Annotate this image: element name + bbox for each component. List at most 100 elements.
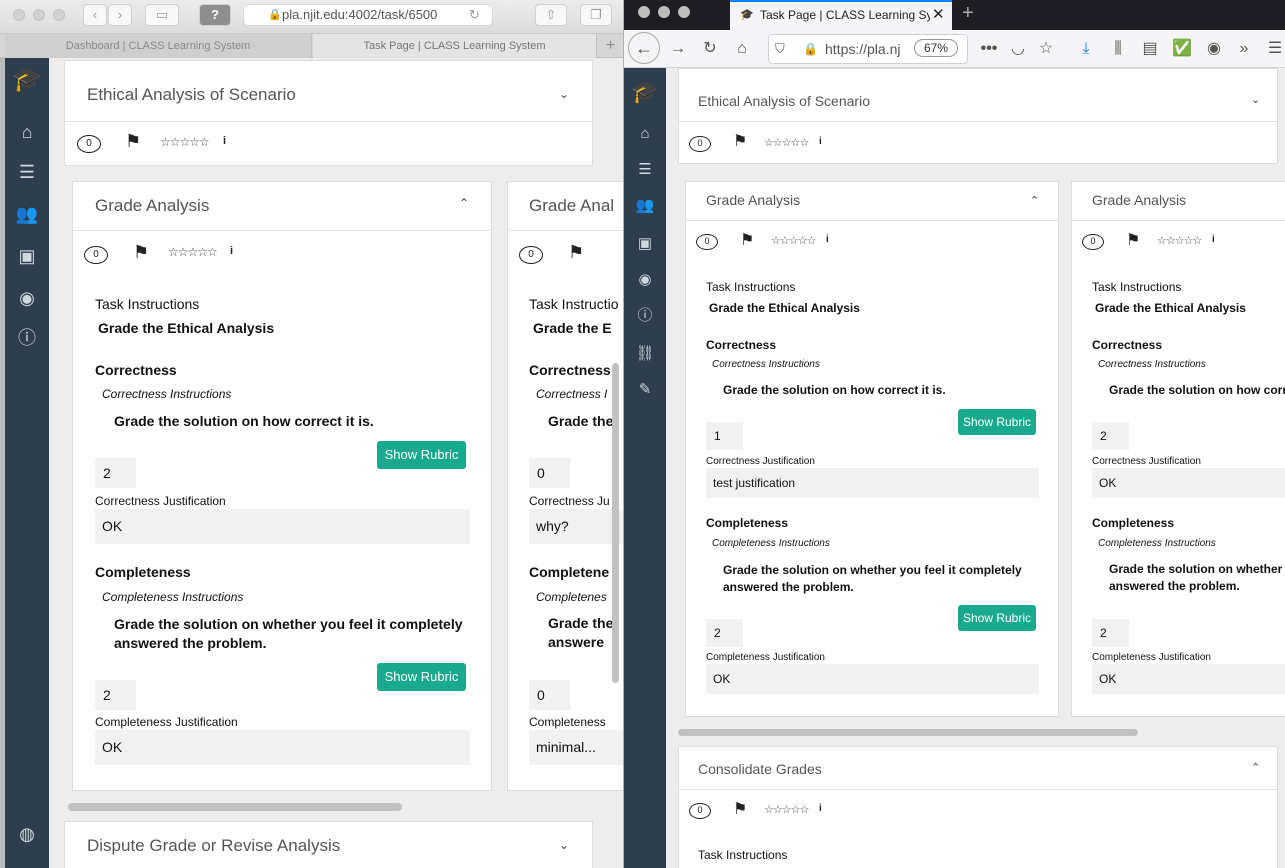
completeness-justification-field[interactable]: minimal... bbox=[529, 730, 623, 765]
rating-stars[interactable]: ☆☆☆☆☆ bbox=[771, 234, 816, 247]
graduation-cap-logo-icon[interactable]: 🎓 bbox=[624, 78, 667, 110]
correctness-score-input[interactable]: 2 bbox=[1092, 422, 1129, 450]
flag-icon[interactable]: ⚑ bbox=[125, 131, 141, 152]
forward-button[interactable]: → bbox=[666, 30, 690, 68]
info-icon[interactable]: i bbox=[230, 245, 233, 257]
address-bar[interactable]: 🔒 pla.njit.edu:4002/task/6500 ↻ bbox=[243, 4, 493, 26]
close-window-button[interactable] bbox=[13, 9, 25, 21]
info-icon[interactable]: i bbox=[1212, 234, 1215, 245]
page-actions-menu[interactable]: ••• bbox=[976, 30, 1002, 68]
completeness-score-input[interactable]: 2 bbox=[706, 619, 743, 647]
library-button[interactable]: ⫼ bbox=[1106, 30, 1130, 68]
rating-stars[interactable]: ☆☆☆☆☆ bbox=[764, 803, 809, 816]
chevron-up-icon[interactable]: ⌃ bbox=[459, 196, 469, 210]
list-icon[interactable]: ☰ bbox=[624, 156, 667, 184]
extension-check-button[interactable]: ✅ bbox=[1170, 30, 1194, 68]
completeness-justification-field[interactable]: OK bbox=[95, 730, 470, 765]
flag-icon[interactable]: ⚑ bbox=[133, 242, 149, 263]
correctness-justification-field[interactable]: OK bbox=[1092, 468, 1285, 498]
info-icon[interactable]: i bbox=[819, 803, 822, 814]
graduation-cap-logo-icon[interactable]: 🎓 bbox=[5, 66, 49, 102]
flag-icon[interactable]: ⚑ bbox=[733, 799, 747, 819]
tabs-overview-button[interactable]: ❐ bbox=[580, 4, 612, 26]
users-icon[interactable]: 👥 bbox=[624, 192, 667, 220]
list-icon[interactable]: ☰ bbox=[5, 158, 49, 186]
correctness-justification-field[interactable]: test justification bbox=[706, 468, 1039, 498]
overflow-button[interactable]: » bbox=[1232, 30, 1256, 68]
zoom-window-button[interactable] bbox=[678, 6, 690, 18]
completeness-justification-field[interactable]: OK bbox=[1092, 664, 1285, 694]
flag-icon[interactable]: ⚑ bbox=[733, 131, 747, 151]
zoom-window-button[interactable] bbox=[53, 9, 65, 21]
vertical-scrollbar[interactable] bbox=[612, 363, 619, 683]
rating-stars[interactable]: ☆☆☆☆☆ bbox=[160, 135, 210, 149]
tab-task-page[interactable]: Task Page | CLASS Learning System bbox=[313, 34, 597, 58]
completeness-score-input[interactable]: 2 bbox=[95, 680, 136, 710]
info-circle-icon[interactable]: ⓘ bbox=[624, 302, 667, 330]
chevron-up-icon[interactable]: ⌃ bbox=[1251, 761, 1260, 774]
sidebar-button[interactable]: ▤ bbox=[1138, 30, 1162, 68]
comment-bubble-icon[interactable]: 0 bbox=[84, 246, 108, 264]
info-icon[interactable]: i bbox=[826, 234, 829, 245]
flag-icon[interactable]: ⚑ bbox=[568, 242, 584, 263]
tab-task-page[interactable]: 🎓 Task Page | CLASS Learning Sy ✕ bbox=[730, 0, 952, 30]
minimize-window-button[interactable] bbox=[658, 6, 670, 18]
completeness-score-input[interactable]: 2 bbox=[1092, 619, 1129, 647]
comment-bubble-icon[interactable]: 0 bbox=[696, 234, 718, 250]
zoom-level-badge[interactable]: 67% bbox=[914, 39, 958, 57]
horizontal-scrollbar[interactable] bbox=[68, 803, 402, 811]
horizontal-scrollbar[interactable] bbox=[678, 729, 1138, 736]
close-tab-icon[interactable]: ✕ bbox=[932, 2, 945, 28]
completeness-score-input[interactable]: 0 bbox=[529, 680, 570, 710]
new-tab-button[interactable]: + bbox=[962, 2, 974, 25]
tab-dashboard[interactable]: Dashboard | CLASS Learning System bbox=[5, 34, 312, 58]
correctness-score-input[interactable]: 2 bbox=[95, 458, 136, 488]
forward-button[interactable]: › bbox=[108, 4, 132, 26]
address-book-icon[interactable]: ▣ bbox=[624, 230, 667, 258]
user-circle-icon[interactable]: ◉ bbox=[5, 284, 49, 312]
sidebar-toggle-button[interactable]: ▭ bbox=[145, 4, 179, 26]
rating-stars[interactable]: ☆☆☆☆☆ bbox=[1157, 234, 1202, 247]
account-button[interactable]: ◉ bbox=[1202, 30, 1226, 68]
new-tab-button[interactable]: + bbox=[598, 34, 623, 58]
edit-icon[interactable]: ✎ bbox=[624, 376, 667, 404]
rating-stars[interactable]: ☆☆☆☆☆ bbox=[764, 136, 809, 149]
home-button[interactable]: ⌂ bbox=[730, 30, 754, 68]
minimize-window-button[interactable] bbox=[33, 9, 45, 21]
correctness-score-input[interactable]: 0 bbox=[529, 458, 570, 488]
close-window-button[interactable] bbox=[638, 6, 650, 18]
comment-bubble-icon[interactable]: 0 bbox=[1082, 234, 1104, 250]
users-icon[interactable]: 👥 bbox=[5, 200, 49, 228]
info-icon[interactable]: i bbox=[819, 136, 822, 147]
reload-icon[interactable]: ↻ bbox=[469, 5, 480, 25]
flag-icon[interactable]: ⚑ bbox=[740, 230, 754, 250]
sitemap-icon[interactable]: ⛓ bbox=[624, 340, 667, 368]
reload-button[interactable]: ↻ bbox=[698, 30, 722, 68]
globe-icon[interactable]: ◍ bbox=[5, 820, 49, 848]
completeness-justification-field[interactable]: OK bbox=[706, 664, 1039, 694]
home-icon[interactable]: ⌂ bbox=[5, 118, 49, 146]
show-rubric-button[interactable]: Show Rubric bbox=[377, 663, 466, 691]
show-rubric-button[interactable]: Show Rubric bbox=[958, 409, 1036, 435]
user-circle-icon[interactable]: ◉ bbox=[624, 266, 667, 294]
chevron-down-icon[interactable]: ⌄ bbox=[559, 87, 569, 101]
correctness-score-input[interactable]: 1 bbox=[706, 422, 743, 450]
info-circle-icon[interactable]: ⓘ bbox=[5, 324, 49, 352]
menu-button[interactable]: ☰ bbox=[1264, 30, 1285, 68]
chevron-down-icon[interactable]: ⌄ bbox=[1251, 93, 1260, 106]
comment-bubble-icon[interactable]: 0 bbox=[77, 135, 101, 153]
correctness-justification-field[interactable]: why? bbox=[529, 509, 623, 544]
flag-icon[interactable]: ⚑ bbox=[1126, 230, 1140, 250]
chevron-down-icon[interactable]: ⌄ bbox=[559, 838, 569, 852]
show-rubric-button[interactable]: Show Rubric bbox=[958, 605, 1036, 631]
back-button[interactable]: ‹ bbox=[83, 4, 107, 26]
show-rubric-button[interactable]: Show Rubric bbox=[377, 441, 466, 469]
back-button[interactable]: ← bbox=[628, 32, 660, 64]
comment-bubble-icon[interactable]: 0 bbox=[689, 803, 711, 819]
home-icon[interactable]: ⌂ bbox=[624, 120, 667, 148]
share-button[interactable]: ⇧ bbox=[535, 4, 567, 26]
correctness-justification-field[interactable]: OK bbox=[95, 509, 470, 544]
pocket-button[interactable]: ◡ bbox=[1006, 30, 1030, 68]
info-icon[interactable]: i bbox=[223, 135, 226, 147]
help-button[interactable]: ? bbox=[199, 4, 231, 26]
